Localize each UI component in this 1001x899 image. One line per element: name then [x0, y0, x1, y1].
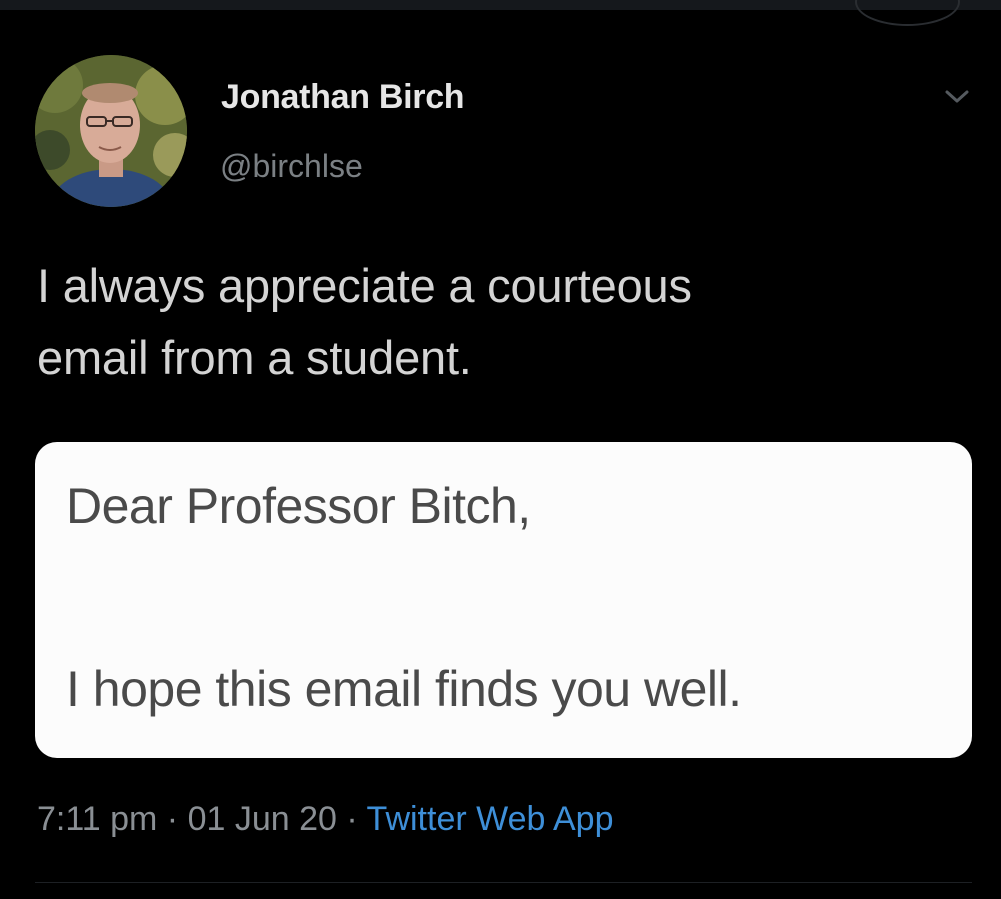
tweet-date[interactable]: 01 Jun 20	[188, 800, 337, 838]
top-bar-button-edge	[855, 0, 960, 26]
author-name[interactable]: Jonathan Birch	[221, 78, 465, 117]
avatar-photo	[35, 55, 187, 207]
tweet-text-line: I always appreciate a courteous	[37, 259, 692, 312]
tweet-time[interactable]: 7:11 pm	[37, 800, 157, 838]
top-bar	[0, 0, 1001, 10]
source-app-link[interactable]: Twitter Web App	[367, 800, 614, 838]
email-body: I hope this email finds you well.	[66, 661, 742, 717]
chevron-down-icon[interactable]	[942, 84, 972, 108]
tweet-meta: 7:11 pm · 01 Jun 20 · Twitter Web App	[37, 800, 613, 839]
meta-separator: ·	[346, 800, 358, 838]
avatar[interactable]	[35, 55, 187, 207]
email-greeting: Dear Professor Bitch,	[66, 478, 531, 534]
tweet-text: I always appreciate a courteous email fr…	[37, 250, 937, 394]
meta-separator: ·	[166, 800, 179, 838]
tweet-text-line: email from a student.	[37, 331, 472, 384]
author-handle[interactable]: @birchlse	[220, 148, 363, 185]
divider	[35, 882, 972, 883]
